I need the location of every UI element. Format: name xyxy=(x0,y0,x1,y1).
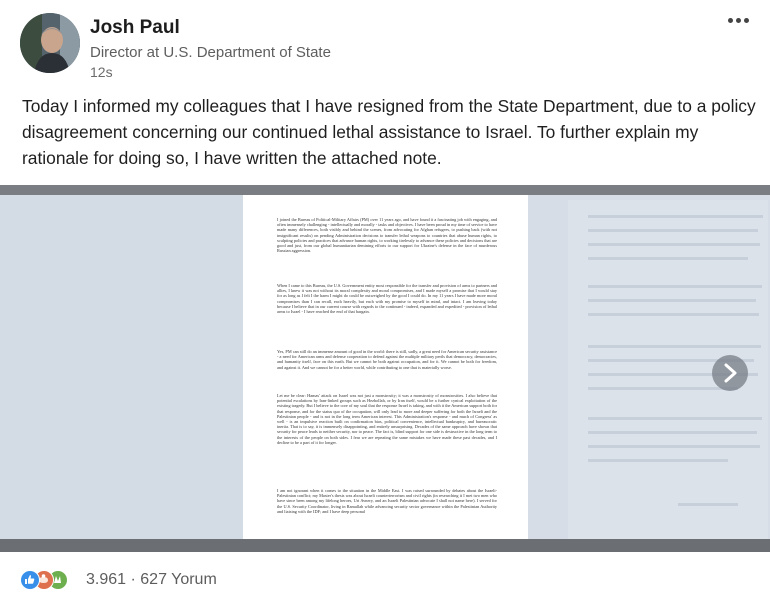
avatar-photo xyxy=(20,13,80,73)
ghost-line xyxy=(588,229,758,232)
like-reaction-icon xyxy=(20,570,40,590)
ghost-line xyxy=(588,417,762,420)
ghost-line xyxy=(588,445,760,448)
ghost-line xyxy=(588,387,738,390)
reaction-count[interactable]: 3.961 xyxy=(86,571,126,588)
viewer-bottom-bar xyxy=(0,539,770,552)
ghost-line xyxy=(588,215,763,218)
more-icon-dot xyxy=(736,18,741,23)
ghost-line xyxy=(588,313,759,316)
author-name[interactable]: Josh Paul xyxy=(90,17,180,39)
counts-text: 3.961 · 627 Yorum xyxy=(86,571,217,589)
ghost-line xyxy=(588,243,760,246)
previous-page-preview xyxy=(0,185,243,552)
viewer-top-bar xyxy=(0,185,770,195)
post-card: Josh Paul Director at U.S. Department of… xyxy=(0,0,770,601)
more-options-button[interactable] xyxy=(722,8,754,32)
next-arrow-icon xyxy=(724,363,737,383)
ghost-line xyxy=(588,459,728,462)
ghost-line xyxy=(588,299,756,302)
ghost-line xyxy=(588,345,761,348)
count-separator: · xyxy=(126,571,141,588)
ghost-line xyxy=(588,257,748,260)
ghost-line xyxy=(588,285,762,288)
document-paragraph: I joined the Bureau of Political-Militar… xyxy=(277,217,497,254)
avatar[interactable] xyxy=(20,13,80,73)
more-icon-dot xyxy=(744,18,749,23)
post-timestamp: 12s xyxy=(90,64,113,80)
document-page: I joined the Bureau of Political-Militar… xyxy=(243,195,528,539)
post-text: Today I informed my colleagues that I ha… xyxy=(22,96,756,168)
document-paragraph: When I came to this Bureau, the U.S. Gov… xyxy=(277,283,497,315)
more-icon xyxy=(728,18,733,23)
document-paragraph: Let me be clear: Hamas' attack on Israel… xyxy=(277,393,497,445)
ghost-line xyxy=(678,503,738,506)
author-title: Director at U.S. Department of State xyxy=(90,44,331,61)
next-page-button[interactable] xyxy=(712,355,748,391)
document-paragraph: Yes, PM can still do an immense amount o… xyxy=(277,349,497,370)
ghost-line xyxy=(588,431,757,434)
comments-count[interactable]: 627 Yorum xyxy=(140,571,217,588)
reactions-summary[interactable] xyxy=(20,570,82,590)
document-viewer[interactable]: I joined the Bureau of Political-Militar… xyxy=(0,185,770,552)
document-paragraph: I am not ignorant when it comes to the s… xyxy=(277,488,497,514)
